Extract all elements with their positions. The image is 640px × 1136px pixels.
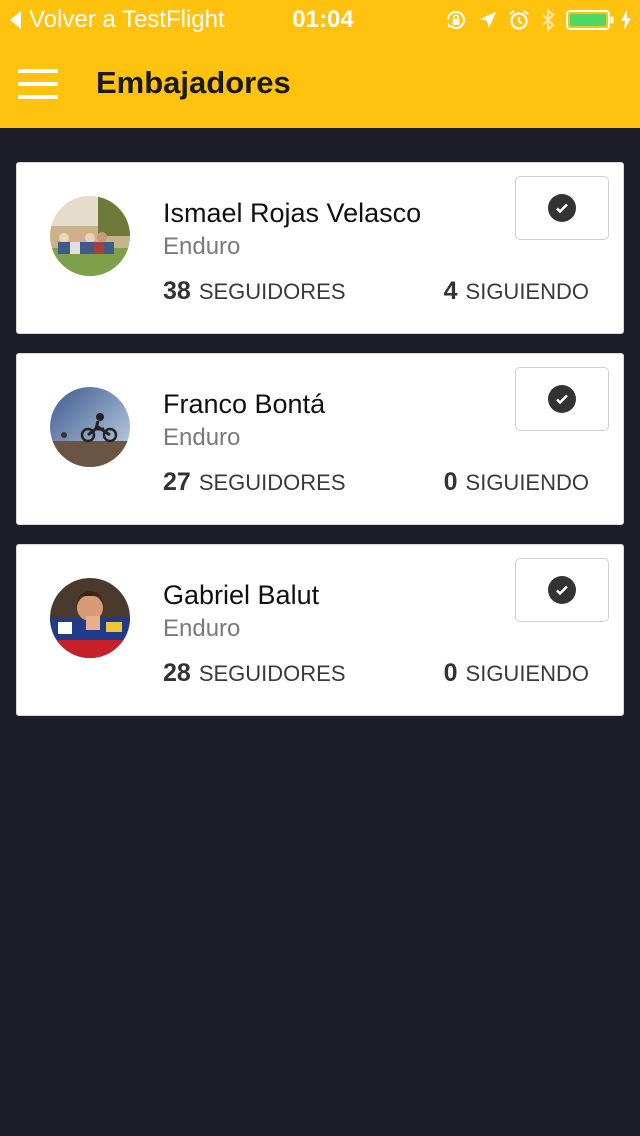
checkmark-icon	[548, 385, 576, 413]
follow-toggle-button[interactable]	[515, 367, 609, 431]
following-stat: 4 SIGUIENDO	[444, 276, 589, 307]
avatar[interactable]	[50, 387, 130, 467]
followers-count: 38	[163, 277, 191, 305]
ambassador-card[interactable]: Franco Bontá Enduro 27 SEGUIDORES 0 SIGUIE…	[16, 353, 624, 525]
followers-count: 27	[163, 468, 191, 496]
followers-stat: 27 SEGUIDORES	[163, 467, 346, 498]
following-count: 4	[443, 277, 458, 305]
following-count: 0	[443, 468, 458, 496]
rotation-lock-icon	[444, 8, 468, 32]
ambassador-category: Enduro	[163, 615, 241, 642]
avatar[interactable]	[50, 578, 130, 658]
status-bar: Volver a TestFlight 01:04	[0, 0, 640, 40]
checkmark-icon	[548, 194, 576, 222]
followers-stat: 28 SEGUIDORES	[163, 658, 346, 689]
ambassador-list: Ismael Rojas Velasco Enduro 38 SEGUIDORES…	[16, 162, 624, 735]
alarm-icon	[508, 9, 530, 31]
follow-toggle-button[interactable]	[515, 176, 609, 240]
avatar[interactable]	[50, 196, 130, 276]
following-count: 0	[443, 659, 458, 687]
location-icon	[478, 10, 498, 30]
followers-label: SEGUIDORES	[198, 279, 346, 304]
ambassador-name: Ismael Rojas Velasco	[163, 198, 422, 228]
following-label: SIGUIENDO	[465, 470, 589, 495]
ambassador-name: Gabriel Balut	[163, 580, 320, 610]
follow-toggle-button[interactable]	[515, 558, 609, 622]
app-bar: Embajadores	[0, 40, 640, 128]
status-icons	[434, 6, 632, 34]
followers-count: 28	[163, 659, 191, 687]
following-stat: 0 SIGUIENDO	[444, 658, 589, 689]
checkmark-icon	[548, 576, 576, 604]
ambassador-category: Enduro	[163, 424, 241, 451]
ambassador-card[interactable]: Gabriel Balut Enduro 28 SEGUIDORES 0 SIGUI…	[16, 544, 624, 716]
followers-label: SEGUIDORES	[198, 661, 346, 686]
following-stat: 0 SIGUIENDO	[444, 467, 589, 498]
ambassador-card[interactable]: Ismael Rojas Velasco Enduro 38 SEGUIDORES…	[16, 162, 624, 334]
ambassador-name: Franco Bontá	[163, 389, 326, 419]
hamburger-menu-icon[interactable]	[18, 69, 58, 99]
followers-stat: 38 SEGUIDORES	[163, 276, 346, 307]
battery-level	[570, 14, 606, 26]
following-label: SIGUIENDO	[465, 279, 589, 304]
battery-icon	[566, 9, 616, 31]
ambassador-category: Enduro	[163, 233, 241, 260]
page-title: Embajadores	[96, 65, 291, 100]
followers-label: SEGUIDORES	[198, 470, 346, 495]
charging-icon	[620, 9, 632, 31]
following-label: SIGUIENDO	[465, 661, 589, 686]
bluetooth-icon	[540, 8, 556, 32]
